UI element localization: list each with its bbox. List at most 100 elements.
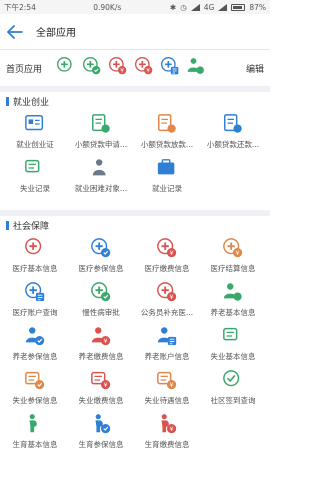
app-tile-label: 就业创业证 bbox=[16, 140, 54, 149]
app-tile-label: 医疗基本信息 bbox=[12, 264, 58, 273]
status-time: 下午2:54 bbox=[4, 2, 36, 12]
app-tile[interactable]: ¥ 公务员补充医... bbox=[134, 277, 200, 321]
app-grid: 医疗基本信息 医疗参保信息 ¥ 医疗缴费信息 ¥ 医疗结算信息医疗账户查询 慢性病审批 ¥ 公务… bbox=[0, 233, 270, 453]
home-app-shortcut[interactable]: ¥ bbox=[108, 56, 128, 80]
pregnant-coin-icon: ¥ bbox=[161, 414, 177, 434]
alarm-icon: ◷ bbox=[180, 2, 187, 12]
home-app-shortcut[interactable] bbox=[56, 56, 76, 80]
app-tile[interactable]: 失业记录 bbox=[2, 153, 68, 197]
section-accent-bar bbox=[6, 220, 9, 230]
medical-coin-icon: ¥ bbox=[109, 56, 127, 75]
app-tile[interactable]: ¥ 失业缴费信息 bbox=[68, 365, 134, 409]
edit-button[interactable]: 编辑 bbox=[246, 62, 264, 75]
unemploy-icon bbox=[223, 327, 238, 341]
app-tile[interactable]: 生育参保信息 bbox=[68, 409, 134, 453]
app-tile-label: 社区签到查询 bbox=[210, 396, 256, 405]
app-tile[interactable]: 失业参保信息 bbox=[2, 365, 68, 409]
app-tile[interactable]: 养老参保信息 bbox=[2, 321, 68, 365]
loan-doc-icon bbox=[158, 114, 176, 133]
app-tile-label: 失业记录 bbox=[20, 184, 50, 193]
app-tile[interactable]: 就业困难对象... bbox=[68, 153, 134, 197]
status-bar: 下午2:54 0.90K/s ✱ ◷ 4G 87% bbox=[0, 0, 270, 14]
app-tile[interactable]: 医疗参保信息 bbox=[68, 233, 134, 277]
status-time-speed: 下午2:54 0.90K/s bbox=[4, 2, 170, 13]
home-app-shortcut[interactable] bbox=[186, 56, 206, 80]
status-indicators: ✱ ◷ 4G 87% bbox=[170, 3, 266, 12]
app-tile[interactable]: 小额贷款放款... bbox=[134, 109, 200, 153]
home-apps-label: 首页应用 bbox=[6, 64, 43, 75]
status-network: 4G bbox=[203, 2, 215, 12]
app-tile[interactable]: ¥ 失业待遇信息 bbox=[134, 365, 200, 409]
medical-plus-icon bbox=[25, 238, 42, 255]
svg-text:¥: ¥ bbox=[120, 68, 124, 74]
app-tile[interactable]: 就业创业证 bbox=[2, 109, 68, 153]
svg-text:¥: ¥ bbox=[170, 381, 174, 389]
app-tile[interactable]: ¥ 养老缴费信息 bbox=[68, 321, 134, 365]
app-tile[interactable]: ¥ 医疗结算信息 bbox=[200, 233, 266, 277]
medical-list-icon bbox=[161, 56, 179, 75]
home-app-shortcut[interactable]: ¥ bbox=[134, 56, 154, 80]
pregnant-icon bbox=[29, 414, 37, 433]
app-tile[interactable]: 医疗账户查询 bbox=[2, 277, 68, 321]
svg-text:¥: ¥ bbox=[104, 337, 108, 345]
app-tile[interactable]: 慢性病审批 bbox=[68, 277, 134, 321]
app-tile-label: 小额贷款申请... bbox=[74, 140, 128, 149]
battery-icon bbox=[231, 3, 246, 11]
medical-coin-icon: ¥ bbox=[157, 282, 177, 302]
app-tile-label: 养老缴费信息 bbox=[78, 352, 124, 361]
section-title: 就业创业 bbox=[0, 93, 270, 109]
medical-shield-icon bbox=[83, 56, 101, 75]
app-tile-label: 生育缴费信息 bbox=[144, 440, 190, 449]
app-tile-label: 医疗缴费信息 bbox=[144, 264, 190, 273]
app-tile-label: 公务员补充医... bbox=[140, 308, 194, 317]
home-app-shortcut[interactable] bbox=[82, 56, 102, 80]
home-app-shortcut[interactable] bbox=[160, 56, 180, 80]
app-tile[interactable]: ¥ 医疗缴费信息 bbox=[134, 233, 200, 277]
svg-text:¥: ¥ bbox=[170, 293, 174, 301]
app-tile-label: 失业基本信息 bbox=[210, 352, 256, 361]
app-tile-label: 养老账户信息 bbox=[144, 352, 190, 361]
medical-coin-icon: ¥ bbox=[135, 56, 153, 75]
unemploy-coin-icon: ¥ bbox=[91, 371, 111, 390]
app-tile-label: 医疗账户查询 bbox=[12, 308, 58, 317]
divider bbox=[0, 86, 270, 92]
unemploy-icon bbox=[25, 159, 40, 173]
signal-icon bbox=[190, 3, 200, 11]
bluetooth-icon: ✱ bbox=[169, 2, 177, 12]
app-tile[interactable]: 生育基本信息 bbox=[2, 409, 68, 453]
svg-text:¥: ¥ bbox=[170, 249, 174, 257]
unemploy-coin-icon: ¥ bbox=[157, 371, 177, 390]
app-tile[interactable]: 养老账户信息 bbox=[134, 321, 200, 365]
app-tile[interactable]: ¥ 生育缴费信息 bbox=[134, 409, 200, 453]
app-tile[interactable]: 养老基本信息 bbox=[200, 277, 266, 321]
status-speed: 0.90K/s bbox=[93, 2, 122, 12]
app-tile[interactable]: 小额贷款还款... bbox=[200, 109, 266, 153]
app-tile[interactable]: 小额贷款申请... bbox=[68, 109, 134, 153]
section-accent-bar bbox=[6, 96, 9, 106]
person-pension-icon bbox=[187, 58, 204, 74]
section-employment: 就业创业 就业创业证 小额贷款申请... 小额贷款放款... 小额贷款还款... 失业记… bbox=[0, 93, 270, 197]
person-shield-icon bbox=[25, 327, 45, 346]
app-tile-label: 医疗参保信息 bbox=[78, 264, 124, 273]
back-button[interactable] bbox=[0, 14, 30, 50]
status-battery: 87% bbox=[249, 2, 266, 12]
briefcase-icon bbox=[157, 159, 175, 175]
app-tile[interactable]: 失业基本信息 bbox=[200, 321, 266, 365]
app-tile-label: 小额贷款还款... bbox=[206, 140, 260, 149]
divider bbox=[0, 210, 270, 216]
sign-in-icon bbox=[223, 370, 240, 387]
hardship-icon bbox=[92, 159, 106, 176]
medical-coin-icon: ¥ bbox=[157, 238, 177, 258]
person-coin-icon: ¥ bbox=[91, 327, 111, 346]
person-list-icon bbox=[157, 327, 177, 346]
medical-shield-icon bbox=[91, 282, 111, 302]
svg-text:¥: ¥ bbox=[236, 249, 240, 257]
app-tile[interactable]: 就业记录 bbox=[134, 153, 200, 197]
app-tile-label: 生育基本信息 bbox=[12, 440, 58, 449]
section-social-security: 社会保障 医疗基本信息 医疗参保信息 ¥ 医疗缴费信息 ¥ 医疗结算信息 医疗账户查询 慢性病… bbox=[0, 217, 270, 453]
app-tile[interactable]: 医疗基本信息 bbox=[2, 233, 68, 277]
app-tile-label: 失业缴费信息 bbox=[78, 396, 124, 405]
app-tile[interactable]: 社区签到查询 bbox=[200, 365, 266, 409]
section-title-text: 就业创业 bbox=[13, 97, 50, 108]
unemploy-shield-icon bbox=[25, 371, 45, 390]
